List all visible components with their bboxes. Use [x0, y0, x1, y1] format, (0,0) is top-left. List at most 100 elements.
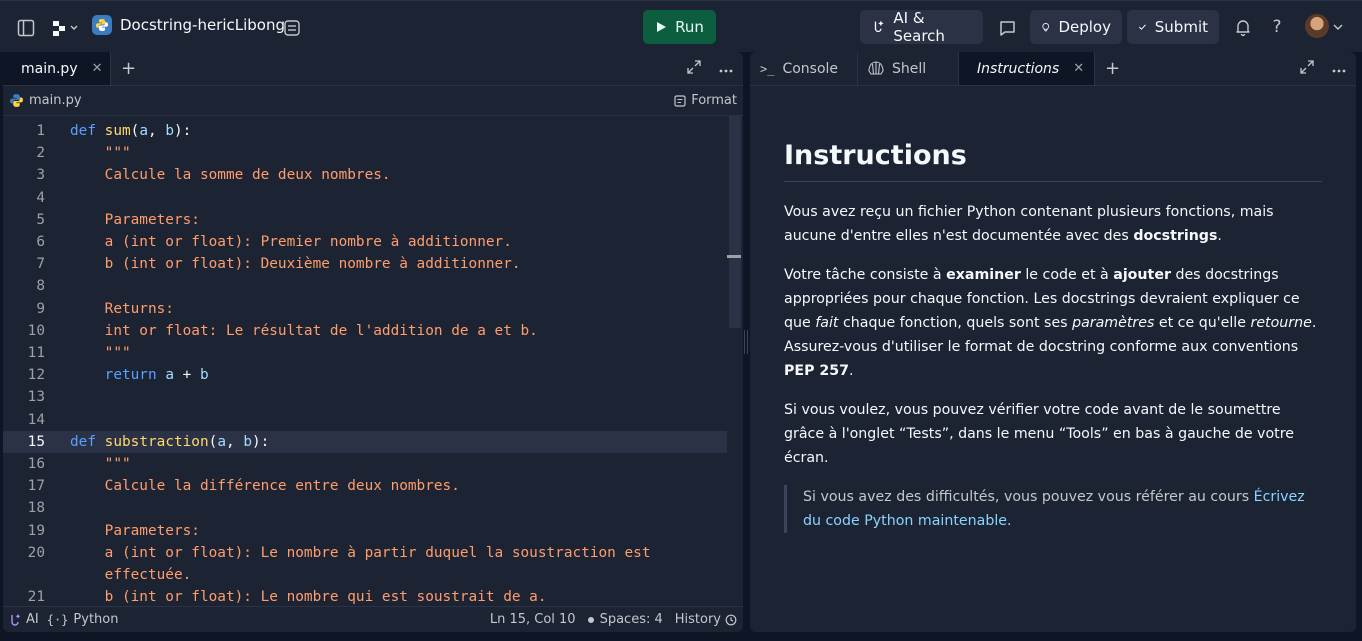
code-line[interactable]: 3 Calcule la somme de deux nombres. [3, 164, 727, 186]
bell-icon[interactable] [1231, 15, 1255, 39]
code-line[interactable]: 21 b (int or float): Le nombre qui est s… [3, 586, 727, 606]
code-line[interactable]: 15 def substraction(a, b): [3, 430, 727, 453]
code-editor[interactable]: 21 b (int or float): Le nombre qui est s… [3, 116, 743, 606]
ai-sparkle-icon [874, 20, 884, 33]
editor-tab-tools [687, 52, 733, 86]
cursor-position[interactable]: Ln 15, Col 10 [490, 612, 576, 627]
right-panel: >_ Console Shell Instructions ✕ + Instru… [750, 52, 1356, 632]
format-button[interactable]: Format [674, 93, 737, 108]
code-token: ): [174, 123, 192, 139]
code-line[interactable]: 1 def sum(a, b): [3, 120, 727, 142]
python-file-icon [10, 94, 23, 107]
panel-resize-handle[interactable] [744, 330, 748, 354]
code-line[interactable]: 17 Calcule la différence entre deux nomb… [3, 475, 727, 497]
close-tab-icon[interactable]: ✕ [1073, 61, 1084, 76]
more-options-icon[interactable] [719, 61, 733, 77]
text-run: . [1007, 513, 1012, 529]
deploy-button[interactable]: Deploy [1030, 10, 1122, 44]
code-line[interactable]: 2 """ [3, 142, 727, 164]
breadcrumb-file[interactable]: main.py [29, 93, 82, 108]
check-icon [1138, 24, 1146, 30]
sidebar-toggle-icon[interactable] [14, 16, 38, 40]
code-line[interactable]: 19 Parameters: [3, 520, 727, 542]
tab-instructions-label: Instructions [977, 60, 1060, 77]
ai-search-label: AI & Search [893, 9, 945, 45]
code-line[interactable]: 7 b (int or float): Deuxième nombre à ad… [3, 253, 727, 275]
submit-button[interactable]: Submit [1127, 10, 1219, 44]
code-line[interactable]: 8 [3, 275, 727, 297]
tab-console[interactable]: >_ Console [750, 52, 858, 85]
ai-status-button[interactable]: AI [9, 612, 39, 627]
code-line[interactable]: 13 [3, 386, 727, 408]
code-line[interactable]: effectuée. [3, 564, 727, 586]
code-text: Parameters: [70, 209, 200, 231]
code-text: """ [70, 342, 131, 364]
play-icon [657, 22, 667, 32]
code-text: def sum(a, b): [70, 120, 191, 142]
code-line[interactable]: 20 a (int or float): Le nombre à partir … [3, 542, 727, 564]
maximize-icon[interactable] [1300, 60, 1314, 78]
code-line[interactable]: 9 Returns: [3, 298, 727, 320]
deploy-label: Deploy [1058, 18, 1111, 36]
language-indicator[interactable]: {·} Python [47, 612, 119, 627]
code-line[interactable]: 6 a (int or float): Premier nombre à add… [3, 231, 727, 253]
more-options-icon[interactable] [1332, 61, 1346, 77]
code-line[interactable]: 4 [3, 187, 727, 209]
maximize-icon[interactable] [687, 60, 701, 78]
history-icon [725, 614, 737, 625]
tab-shell[interactable]: Shell [858, 52, 959, 85]
code-token: """ [70, 456, 131, 472]
replit-logo-menu-icon[interactable] [50, 17, 82, 39]
text-run: chaque fonction, quels sont ses [838, 315, 1073, 331]
code-line[interactable]: 12 return a + b [3, 364, 727, 386]
bold-text: docstrings [1133, 228, 1218, 244]
code-token: a [217, 433, 226, 450]
code-line[interactable]: 16 """ [3, 453, 727, 475]
format-label: Format [691, 93, 737, 108]
new-tab-plus-icon[interactable]: + [1095, 52, 1130, 85]
chat-icon[interactable] [994, 15, 1020, 41]
repl-title[interactable]: Docstring-hericLibong [92, 15, 285, 35]
code-token: + [173, 367, 200, 384]
instructions-note-quote: Si vous avez des difficultés, vous pouve… [784, 485, 1322, 533]
avatar[interactable] [1305, 14, 1329, 38]
tab-instructions[interactable]: Instructions ✕ [959, 52, 1095, 85]
tab-main-py[interactable]: main.py ✕ [3, 52, 111, 85]
run-button[interactable]: Run [643, 10, 716, 44]
spaces-label: Spaces: 4 [599, 612, 663, 627]
code-line[interactable]: 18 [3, 497, 727, 519]
code-line[interactable]: 14 [3, 409, 727, 431]
code-text: """ [70, 453, 131, 475]
top-bar: Docstring-hericLibong Run AI & Search De… [0, 0, 1362, 52]
line-number: 20 [27, 544, 45, 561]
new-tab-plus-icon[interactable]: + [111, 52, 146, 85]
scroll-position-marker [727, 255, 741, 258]
code-token: Parameters: [70, 211, 200, 228]
line-number: 1 [36, 123, 45, 139]
ai-search-button[interactable]: AI & Search [860, 9, 983, 45]
text-run: et ce qu'elle [1154, 315, 1251, 331]
help-icon[interactable]: ? [1266, 15, 1288, 39]
code-text: Parameters: [70, 520, 200, 542]
editor-scroll-thumb[interactable] [729, 116, 741, 328]
line-number: 10 [27, 322, 45, 339]
code-token: Calcule la différence entre deux nombres… [70, 478, 460, 495]
indentation-setting[interactable]: Spaces: 4 [587, 612, 663, 627]
line-number: 17 [27, 478, 45, 495]
code-token: Calcule la somme de deux nombres. [70, 167, 391, 184]
code-token: def [70, 433, 96, 450]
instructions-content: Instructions Vous avez reçu un fichier P… [750, 86, 1356, 632]
repl-info-icon[interactable] [281, 17, 303, 39]
line-number: 14 [27, 411, 45, 428]
history-button[interactable]: History [675, 612, 737, 627]
code-line[interactable]: 5 Parameters: [3, 209, 727, 231]
chevron-down-icon[interactable] [1332, 19, 1344, 35]
ai-status-label: AI [26, 612, 39, 627]
code-line[interactable]: 10 int or float: Le résultat de l'additi… [3, 320, 727, 342]
code-token: effectuée. [70, 567, 192, 583]
code-line[interactable]: 11 """ [3, 342, 727, 364]
language-label: Python [73, 612, 119, 627]
code-token: a [139, 123, 149, 139]
close-tab-icon[interactable]: ✕ [92, 61, 103, 76]
